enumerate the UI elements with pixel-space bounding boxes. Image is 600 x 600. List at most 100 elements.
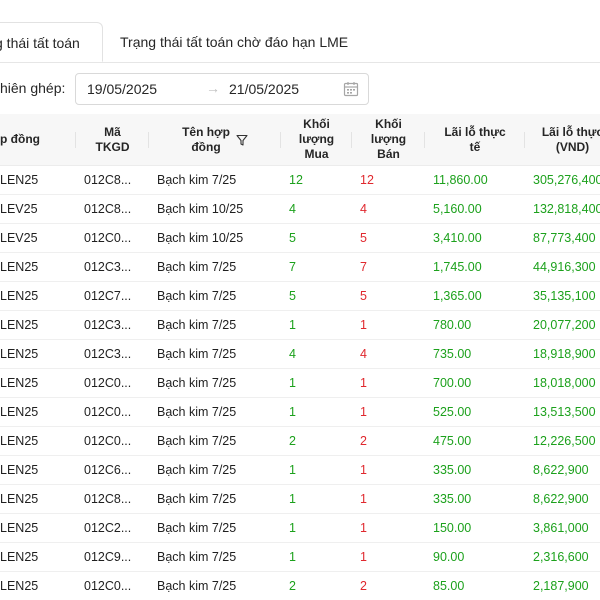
cell-tkgd: 012C0... [76,223,149,253]
cell-buy-volume: 5 [281,281,352,311]
tab-bar: g thái tất toán Trạng thái tất toán chờ … [0,0,600,63]
cell-sell-volume: 7 [352,252,425,282]
cell-contract: LEN25 [0,426,76,456]
cell-tkgd: 012C0... [76,571,149,600]
cell-contract-name: Bạch kim 7/25 [149,513,281,543]
col-tkgd: Mã TKGD [76,114,149,166]
cell-contract-name: Bạch kim 7/25 [149,484,281,514]
cell-contract: LEN25 [0,281,76,311]
cell-realized-pl: 3,410.00 [425,223,525,253]
cell-realized-pl: 735.00 [425,339,525,369]
col-realized-pl-vnd: Lãi lỗ thực (VND) [525,114,600,166]
cell-sell-volume: 2 [352,571,425,600]
cell-realized-pl-vnd: 18,918,900 [525,339,600,369]
table-row[interactable]: LEN25 012C6... Bạch kim 7/25 1 1 335.00 8,622,… [0,455,600,485]
cell-contract: LEN25 [0,397,76,427]
cell-realized-pl: 11,860.00 [425,165,525,195]
cell-realized-pl: 1,745.00 [425,252,525,282]
cell-contract: LEN25 [0,368,76,398]
cell-realized-pl-vnd: 12,226,500 [525,426,600,456]
cell-tkgd: 012C6... [76,455,149,485]
cell-tkgd: 012C9... [76,542,149,572]
cell-sell-volume: 1 [352,368,425,398]
cell-buy-volume: 1 [281,397,352,427]
date-end-input[interactable] [229,74,329,104]
date-start-input[interactable] [87,74,187,104]
cell-contract: LEN25 [0,542,76,572]
cell-realized-pl-vnd: 305,276,400 [525,165,600,195]
cell-sell-volume: 12 [352,165,425,195]
cell-contract: LEN25 [0,484,76,514]
table-row[interactable]: LEN25 012C0... Bạch kim 7/25 2 2 475.00 12,226… [0,426,600,456]
tab-settlement-pending-lme[interactable]: Trạng thái tất toán chờ đáo hạn LME [120,22,348,62]
cell-sell-volume: 1 [352,542,425,572]
table-row[interactable]: LEN25 012C0... Bạch kim 7/25 1 1 525.00 13,513… [0,397,600,427]
table-row[interactable]: LEN25 012C2... Bạch kim 7/25 1 1 150.00 3,861,… [0,513,600,543]
table-row[interactable]: LEN25 012C8... Bạch kim 7/25 12 12 11,860.00 3… [0,165,600,195]
cell-contract: LEN25 [0,165,76,195]
cell-realized-pl: 1,365.00 [425,281,525,311]
cell-buy-volume: 2 [281,426,352,456]
cell-realized-pl-vnd: 132,818,400 [525,194,600,224]
table-row[interactable]: LEN25 012C7... Bạch kim 7/25 5 5 1,365.00 35,1… [0,281,600,311]
cell-buy-volume: 4 [281,339,352,369]
cell-buy-volume: 2 [281,571,352,600]
table-row[interactable]: LEN25 012C8... Bạch kim 7/25 1 1 335.00 8,622,… [0,484,600,514]
cell-sell-volume: 2 [352,426,425,456]
tab-settlement-status[interactable]: g thái tất toán [0,22,103,62]
date-range-picker[interactable]: → [75,73,369,105]
table-row[interactable]: LEV25 012C0... Bạch kim 10/25 5 5 3,410.00 87,… [0,223,600,253]
cell-contract-name: Bạch kim 7/25 [149,368,281,398]
table-row[interactable]: LEN25 012C3... Bạch kim 7/25 1 1 780.00 20,077… [0,310,600,340]
cell-realized-pl-vnd: 8,622,900 [525,455,600,485]
cell-contract: LEV25 [0,194,76,224]
cell-contract: LEN25 [0,252,76,282]
cell-contract-name: Bạch kim 7/25 [149,397,281,427]
cell-contract: LEN25 [0,571,76,600]
table-row[interactable]: LEV25 012C8... Bạch kim 10/25 4 4 5,160.00 132… [0,194,600,224]
cell-buy-volume: 1 [281,368,352,398]
cell-contract: LEN25 [0,513,76,543]
table-row[interactable]: LEN25 012C3... Bạch kim 7/25 4 4 735.00 18,918… [0,339,600,369]
cell-buy-volume: 4 [281,194,352,224]
cell-buy-volume: 7 [281,252,352,282]
col-sell-volume: Khối lượng Bán [352,114,425,166]
cell-realized-pl-vnd: 8,622,900 [525,484,600,514]
cell-sell-volume: 5 [352,281,425,311]
cell-buy-volume: 1 [281,542,352,572]
cell-tkgd: 012C0... [76,426,149,456]
cell-contract-name: Bạch kim 7/25 [149,165,281,195]
cell-sell-volume: 4 [352,339,425,369]
cell-contract-name: Bạch kim 7/25 [149,571,281,600]
cell-contract-name: Bạch kim 7/25 [149,281,281,311]
cell-tkgd: 012C8... [76,165,149,195]
cell-tkgd: 012C0... [76,368,149,398]
cell-tkgd: 012C0... [76,397,149,427]
cell-tkgd: 012C3... [76,252,149,282]
cell-tkgd: 012C3... [76,310,149,340]
cell-tkgd: 012C3... [76,339,149,369]
session-date-label: hiên ghép: [0,80,66,96]
table-row[interactable]: LEN25 012C9... Bạch kim 7/25 1 1 90.00 2,316,6… [0,542,600,572]
cell-contract-name: Bạch kim 10/25 [149,194,281,224]
table-row[interactable]: LEN25 012C0... Bạch kim 7/25 2 2 85.00 2,187,9… [0,571,600,600]
cell-sell-volume: 1 [352,397,425,427]
cell-sell-volume: 1 [352,513,425,543]
cell-realized-pl-vnd: 3,861,000 [525,513,600,543]
cell-sell-volume: 1 [352,310,425,340]
table-row[interactable]: LEN25 012C0... Bạch kim 7/25 1 1 700.00 18,018… [0,368,600,398]
cell-contract: LEV25 [0,223,76,253]
calendar-icon[interactable] [343,81,359,97]
cell-contract-name: Bạch kim 7/25 [149,252,281,282]
cell-realized-pl-vnd: 2,187,900 [525,571,600,600]
cell-buy-volume: 1 [281,484,352,514]
cell-buy-volume: 1 [281,513,352,543]
cell-buy-volume: 12 [281,165,352,195]
cell-tkgd: 012C7... [76,281,149,311]
cell-realized-pl: 525.00 [425,397,525,427]
table-row[interactable]: LEN25 012C3... Bạch kim 7/25 7 7 1,745.00 44,9… [0,252,600,282]
cell-contract-name: Bạch kim 10/25 [149,223,281,253]
filter-icon[interactable] [236,134,248,146]
cell-buy-volume: 1 [281,455,352,485]
cell-realized-pl-vnd: 2,316,600 [525,542,600,572]
